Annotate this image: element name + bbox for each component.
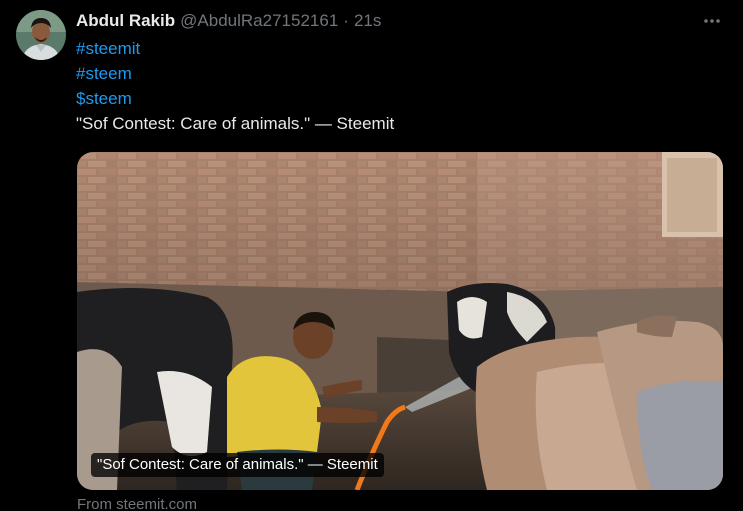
user-handle[interactable]: @AbdulRa27152161	[180, 10, 338, 32]
tweet: Abdul Rakib @AbdulRa27152161 · 21s #stee…	[0, 0, 743, 511]
user-avatar-icon	[16, 10, 66, 60]
cashtag-link[interactable]: $steem	[76, 86, 394, 111]
timestamp[interactable]: 21s	[354, 10, 381, 32]
more-icon	[704, 19, 720, 23]
separator-dot: ·	[343, 11, 349, 30]
hashtag-link[interactable]: #steemit	[76, 36, 394, 61]
tweet-header: Abdul Rakib @AbdulRa27152161 · 21s	[76, 10, 381, 32]
hashtag-link[interactable]: #steem	[76, 61, 394, 86]
card-title: "Sof Contest: Care of animals." — Steemi…	[91, 453, 384, 477]
avatar[interactable]	[16, 10, 66, 60]
tweet-body: #steemit #steem $steem "Sof Contest: Car…	[76, 36, 394, 136]
card-source-link[interactable]: From steemit.com	[77, 496, 197, 511]
card-image	[77, 152, 723, 490]
tweet-text: "Sof Contest: Care of animals." — Steemi…	[76, 114, 395, 133]
display-name[interactable]: Abdul Rakib	[76, 10, 175, 32]
link-card[interactable]: "Sof Contest: Care of animals." — Steemi…	[77, 152, 723, 490]
more-button[interactable]	[699, 8, 725, 34]
